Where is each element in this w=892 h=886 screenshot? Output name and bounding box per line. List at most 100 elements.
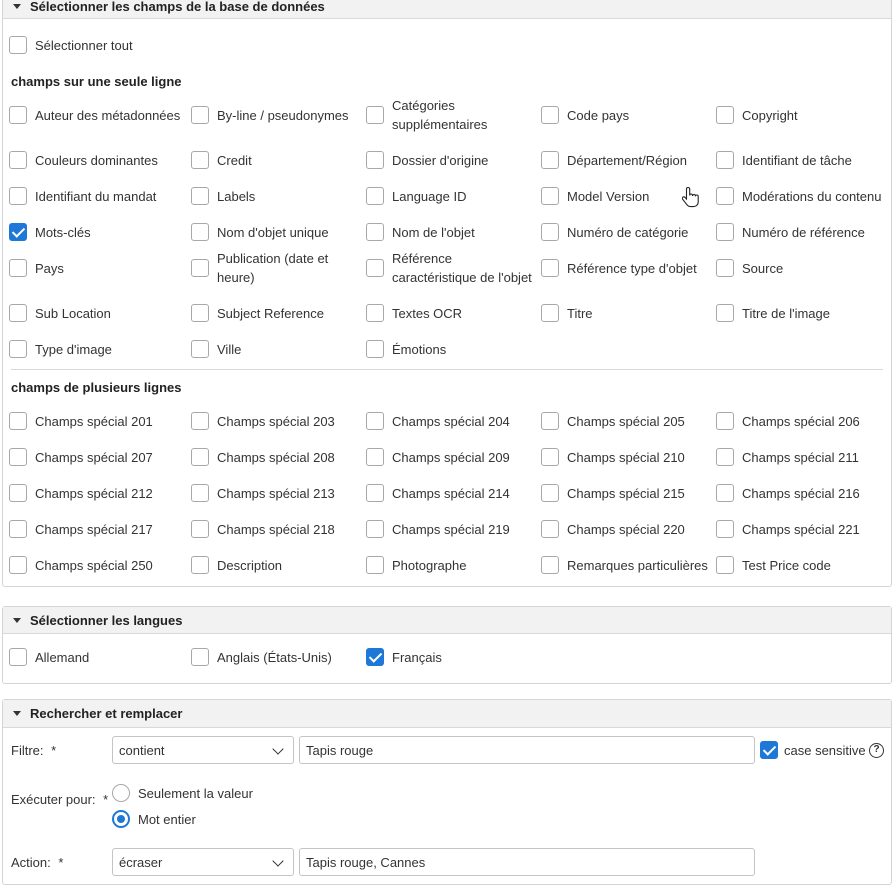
field-checkbox[interactable]: By-line / pseudonymes xyxy=(191,97,363,133)
select-all-checkbox[interactable]: Sélectionner tout xyxy=(9,27,181,63)
field-checkbox[interactable]: Titre de l'image xyxy=(716,295,888,331)
checkbox-box[interactable] xyxy=(366,648,384,666)
field-checkbox[interactable]: Champs spécial 210 xyxy=(541,439,713,475)
checkbox-box[interactable] xyxy=(366,484,384,502)
checkbox-box[interactable] xyxy=(366,223,384,241)
field-checkbox[interactable]: Champs spécial 205 xyxy=(541,403,713,439)
field-checkbox[interactable]: Numéro de référence xyxy=(716,214,888,250)
field-checkbox[interactable]: Identifiant du mandat xyxy=(9,178,181,214)
field-checkbox[interactable]: Labels xyxy=(191,178,363,214)
field-checkbox[interactable]: Modérations du contenu xyxy=(716,178,888,214)
field-checkbox[interactable]: Champs spécial 206 xyxy=(716,403,888,439)
checkbox-box[interactable] xyxy=(541,412,559,430)
field-checkbox[interactable]: Champs spécial 219 xyxy=(366,511,538,547)
field-checkbox[interactable]: Source xyxy=(716,250,888,286)
field-checkbox[interactable]: Type d'image xyxy=(9,331,181,367)
checkbox-box[interactable] xyxy=(541,520,559,538)
checkbox-box[interactable] xyxy=(191,448,209,466)
checkbox-box[interactable] xyxy=(191,106,209,124)
checkbox-box[interactable] xyxy=(191,484,209,502)
field-checkbox[interactable]: Champs spécial 214 xyxy=(366,475,538,511)
field-checkbox[interactable]: Identifiant de tâche xyxy=(716,142,888,178)
checkbox-box[interactable] xyxy=(191,648,209,666)
field-checkbox[interactable]: Couleurs dominantes xyxy=(9,142,181,178)
checkbox-box[interactable] xyxy=(541,484,559,502)
checkbox-box[interactable] xyxy=(9,484,27,502)
field-checkbox[interactable]: Numéro de catégorie xyxy=(541,214,713,250)
field-checkbox[interactable]: Sub Location xyxy=(9,295,181,331)
checkbox-box[interactable] xyxy=(191,340,209,358)
checkbox-box[interactable] xyxy=(9,187,27,205)
checkbox-box[interactable] xyxy=(366,304,384,322)
checkbox-box[interactable] xyxy=(191,304,209,322)
checkbox-box[interactable] xyxy=(191,187,209,205)
radio-whole-word[interactable]: Mot entier xyxy=(112,808,196,830)
field-checkbox[interactable]: Champs spécial 204 xyxy=(366,403,538,439)
field-checkbox[interactable]: Test Price code xyxy=(716,547,888,583)
field-checkbox[interactable]: Description xyxy=(191,547,363,583)
field-checkbox[interactable]: Code pays xyxy=(541,97,713,133)
filter-select[interactable]: contient xyxy=(112,736,294,764)
field-checkbox[interactable]: Référence type d'objet xyxy=(541,250,713,286)
checkbox-box[interactable] xyxy=(191,259,209,277)
field-checkbox[interactable]: Champs spécial 250 xyxy=(9,547,181,583)
field-checkbox[interactable]: Credit xyxy=(191,142,363,178)
field-checkbox[interactable]: Champs spécial 203 xyxy=(191,403,363,439)
field-checkbox[interactable]: Titre xyxy=(541,295,713,331)
checkbox-box[interactable] xyxy=(9,648,27,666)
field-checkbox[interactable]: Champs spécial 216 xyxy=(716,475,888,511)
checkbox-box[interactable] xyxy=(9,448,27,466)
checkbox-box[interactable] xyxy=(191,151,209,169)
field-checkbox[interactable]: Champs spécial 217 xyxy=(9,511,181,547)
field-checkbox[interactable]: Champs spécial 213 xyxy=(191,475,363,511)
field-checkbox[interactable]: Champs spécial 221 xyxy=(716,511,888,547)
field-checkbox[interactable]: Champs spécial 212 xyxy=(9,475,181,511)
field-checkbox[interactable]: Champs spécial 215 xyxy=(541,475,713,511)
checkbox-box[interactable] xyxy=(541,223,559,241)
field-checkbox[interactable]: Dossier d'origine xyxy=(366,142,538,178)
field-checkbox[interactable]: Photographe xyxy=(366,547,538,583)
field-checkbox[interactable]: Champs spécial 208 xyxy=(191,439,363,475)
checkbox-box[interactable] xyxy=(366,151,384,169)
field-checkbox[interactable]: Publication (date et heure) xyxy=(191,250,363,286)
checkbox-box[interactable] xyxy=(366,412,384,430)
search-replace-panel-header[interactable]: Rechercher et remplacer xyxy=(3,700,891,728)
checkbox-box[interactable] xyxy=(541,448,559,466)
field-checkbox[interactable]: Champs spécial 201 xyxy=(9,403,181,439)
checkbox-box[interactable] xyxy=(541,151,559,169)
field-checkbox[interactable]: Catégories supplémentaires xyxy=(366,97,538,133)
checkbox-box[interactable] xyxy=(716,520,734,538)
checkbox-box[interactable] xyxy=(716,223,734,241)
checkbox-box[interactable] xyxy=(191,223,209,241)
field-checkbox[interactable]: Remarques particulières xyxy=(541,547,713,583)
db-fields-panel-header[interactable]: Sélectionner les champs de la base de do… xyxy=(3,0,891,19)
checkbox-box[interactable] xyxy=(716,106,734,124)
checkbox-box[interactable] xyxy=(366,106,384,124)
checkbox-box[interactable] xyxy=(716,187,734,205)
checkbox-box[interactable] xyxy=(191,412,209,430)
radio-circle[interactable] xyxy=(112,784,130,802)
checkbox-box[interactable] xyxy=(541,304,559,322)
field-checkbox[interactable]: Auteur des métadonnées xyxy=(9,97,181,133)
field-checkbox[interactable]: Champs spécial 207 xyxy=(9,439,181,475)
language-checkbox[interactable]: Allemand xyxy=(9,639,181,675)
checkbox-box[interactable] xyxy=(9,340,27,358)
field-checkbox[interactable]: Nom de l'objet xyxy=(366,214,538,250)
checkbox-box[interactable] xyxy=(9,304,27,322)
checkbox-box[interactable] xyxy=(541,187,559,205)
field-checkbox[interactable]: Copyright xyxy=(716,97,888,133)
field-checkbox[interactable]: Champs spécial 218 xyxy=(191,511,363,547)
languages-panel-header[interactable]: Sélectionner les langues xyxy=(3,607,891,634)
field-checkbox[interactable]: Département/Région xyxy=(541,142,713,178)
checkbox-box[interactable] xyxy=(716,412,734,430)
checkbox-box[interactable] xyxy=(9,412,27,430)
action-text-input[interactable]: Tapis rouge, Cannes xyxy=(299,848,755,876)
field-checkbox[interactable]: Émotions xyxy=(366,331,538,367)
checkbox-box[interactable] xyxy=(191,520,209,538)
checkbox-box[interactable] xyxy=(366,520,384,538)
checkbox-box[interactable] xyxy=(716,259,734,277)
field-checkbox[interactable]: Référence caractéristique de l'objet xyxy=(366,250,538,286)
case-sensitive-checkbox[interactable]: case sensitive xyxy=(760,732,872,768)
checkbox-box[interactable] xyxy=(9,36,27,54)
checkbox-box[interactable] xyxy=(9,106,27,124)
